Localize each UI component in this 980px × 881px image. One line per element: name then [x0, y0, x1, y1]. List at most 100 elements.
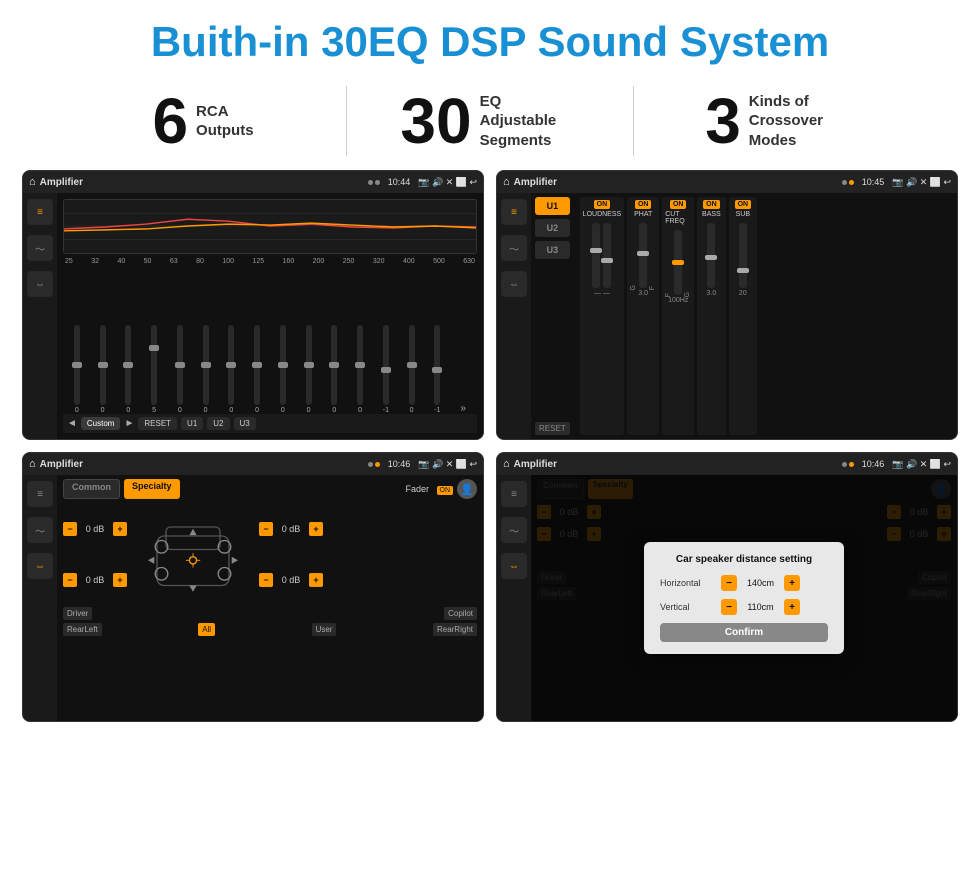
tab-common[interactable]: Common — [63, 479, 120, 499]
slider-track-2[interactable] — [100, 325, 106, 405]
tab-specialty[interactable]: Specialty — [124, 479, 180, 499]
app-name-4: Amplifier — [514, 459, 838, 470]
left-ch2-value: 0 dB — [81, 575, 109, 585]
distance-sidebar-icon-1[interactable]: ≡ — [501, 481, 527, 507]
bass-thumb-1 — [705, 255, 717, 260]
freq-250: 250 — [343, 258, 355, 265]
slider-val-8: 0 — [255, 407, 259, 414]
label-rearleft[interactable]: RearLeft — [63, 623, 102, 636]
eq-u1-btn[interactable]: U1 — [181, 417, 203, 430]
eq-next-btn[interactable]: ► — [124, 418, 134, 429]
eq-reset-btn[interactable]: RESET — [138, 417, 177, 430]
home-icon-2[interactable]: ⌂ — [503, 176, 510, 188]
crossover-sidebar-icon-2[interactable]: 〜 — [501, 235, 527, 261]
arrow-right-icon[interactable]: » — [460, 403, 466, 414]
distance-sidebar-icon-2[interactable]: 〜 — [501, 517, 527, 543]
left-ch1-minus[interactable]: − — [63, 522, 77, 536]
confirm-button[interactable]: Confirm — [660, 623, 828, 642]
fader-sidebar-icon-2[interactable]: 〜 — [27, 517, 53, 543]
slider-track-3[interactable] — [125, 325, 131, 405]
panel-bass: ON BASS 3.0 — [697, 197, 725, 435]
slider-val-1: 0 — [75, 407, 79, 414]
eq-prev-btn[interactable]: ◄ — [67, 418, 77, 429]
eq-sidebar-icon-2[interactable]: 〜 — [27, 235, 53, 261]
bass-on[interactable]: ON — [703, 200, 720, 209]
slider-val-9: 0 — [281, 407, 285, 414]
crossover-sidebar-icon-1[interactable]: ≡ — [501, 199, 527, 225]
slider-val-13: -1 — [383, 407, 389, 414]
loudness-slider-1[interactable] — [592, 223, 600, 288]
sub-slider-1[interactable] — [739, 223, 747, 288]
stat-crossover-label: Kinds ofCrossover Modes — [749, 92, 849, 151]
time-4: 10:46 — [862, 459, 885, 469]
slider-thumb-6 — [201, 362, 211, 368]
cutfreq-slider-1[interactable] — [674, 230, 682, 295]
slider-track-11[interactable] — [331, 325, 337, 405]
left-ch2-plus[interactable]: + — [113, 573, 127, 587]
phat-slider-1[interactable] — [639, 223, 647, 288]
bass-slider-1[interactable] — [707, 223, 715, 288]
eq-custom-btn[interactable]: Custom — [81, 417, 121, 430]
slider-track-9[interactable] — [280, 325, 286, 405]
dialog-vertical-minus[interactable]: − — [721, 599, 737, 615]
dialog-horizontal-plus[interactable]: + — [784, 575, 800, 591]
slider-track-4[interactable] — [151, 325, 157, 405]
crossover-sidebar-icon-3[interactable]: ⇔ — [501, 271, 527, 297]
slider-col-9: 0 — [271, 325, 295, 414]
slider-track-8[interactable] — [254, 325, 260, 405]
left-ch2-minus[interactable]: − — [63, 573, 77, 587]
fader-sidebar-icon-3[interactable]: ⇔ — [27, 553, 53, 579]
home-icon-3[interactable]: ⌂ — [29, 458, 36, 470]
eq-sidebar-icon-3[interactable]: ⇔ — [27, 271, 53, 297]
slider-track-1[interactable] — [74, 325, 80, 405]
cutfreq-on[interactable]: ON — [670, 200, 687, 209]
label-user[interactable]: User — [312, 623, 337, 636]
left-ch1-plus[interactable]: + — [113, 522, 127, 536]
slider-track-13[interactable] — [383, 325, 389, 405]
eq-u3-btn[interactable]: U3 — [234, 417, 256, 430]
sub-title: SUB — [736, 211, 750, 218]
eq-graph — [63, 199, 477, 254]
right-ch2-minus[interactable]: − — [259, 573, 273, 587]
dot3 — [842, 180, 847, 185]
label-copilot[interactable]: Copilot — [444, 607, 477, 620]
slider-track-10[interactable] — [306, 325, 312, 405]
profile-icon[interactable]: 👤 — [457, 479, 477, 499]
slider-track-15[interactable] — [434, 325, 440, 405]
slider-track-6[interactable] — [203, 325, 209, 405]
fader-sidebar-icon-1[interactable]: ≡ — [27, 481, 53, 507]
slider-track-7[interactable] — [228, 325, 234, 405]
home-icon-1[interactable]: ⌂ — [29, 176, 36, 188]
slider-track-12[interactable] — [357, 325, 363, 405]
right-ch2-plus[interactable]: + — [309, 573, 323, 587]
slider-track-14[interactable] — [409, 325, 415, 405]
phat-on[interactable]: ON — [635, 200, 652, 209]
slider-track-5[interactable] — [177, 325, 183, 405]
eq-u2-btn[interactable]: U2 — [207, 417, 229, 430]
sub-on[interactable]: ON — [735, 200, 752, 209]
dialog-vertical-plus[interactable]: + — [784, 599, 800, 615]
label-all[interactable]: All — [198, 623, 215, 636]
screen-eq: ⌂ Amplifier 10:44 📷 🔊 ✕ ⬜ ↩ ≡ 〜 ⇔ — [22, 170, 484, 440]
eq-sidebar-icon-1[interactable]: ≡ — [27, 199, 53, 225]
slider-thumb-9 — [278, 362, 288, 368]
u2-btn[interactable]: U2 — [535, 219, 570, 237]
loudness-slider-2[interactable] — [603, 223, 611, 288]
reset-btn[interactable]: RESET — [535, 422, 570, 435]
home-icon-4[interactable]: ⌂ — [503, 458, 510, 470]
u1-btn[interactable]: U1 — [535, 197, 570, 215]
slider-val-14: 0 — [410, 407, 414, 414]
right-ch1-minus[interactable]: − — [259, 522, 273, 536]
slider-val-10: 0 — [307, 407, 311, 414]
dialog-horizontal-minus[interactable]: − — [721, 575, 737, 591]
distance-sidebar-icon-3[interactable]: ⇔ — [501, 553, 527, 579]
eq-freq-labels: 25 32 40 50 63 80 100 125 160 200 250 32… — [63, 258, 477, 265]
slider-val-12: 0 — [358, 407, 362, 414]
slider-val-2: 0 — [101, 407, 105, 414]
freq-50: 50 — [144, 258, 152, 265]
label-driver[interactable]: Driver — [63, 607, 92, 620]
u3-btn[interactable]: U3 — [535, 241, 570, 259]
label-rearright[interactable]: RearRight — [433, 623, 477, 636]
loudness-on[interactable]: ON — [594, 200, 611, 209]
right-ch1-plus[interactable]: + — [309, 522, 323, 536]
